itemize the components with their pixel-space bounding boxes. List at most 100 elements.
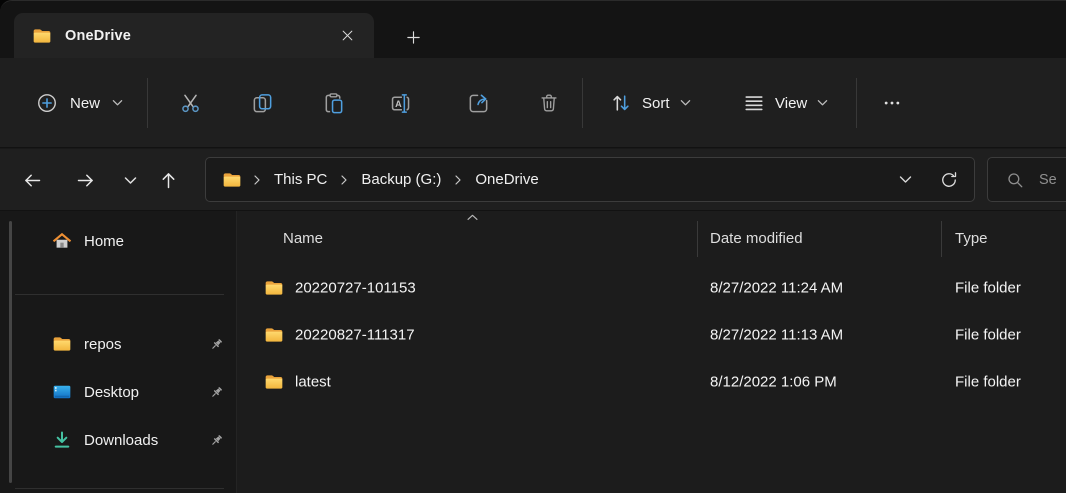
- file-row[interactable]: 20220827-111317 8/27/2022 11:13 AM File …: [237, 312, 1060, 358]
- refresh-button[interactable]: [934, 165, 964, 195]
- toolbar-divider: [856, 78, 857, 128]
- tab-onedrive[interactable]: OneDrive: [14, 13, 374, 58]
- back-button[interactable]: [14, 162, 50, 198]
- file-type: File folder: [955, 280, 1021, 297]
- share-icon: [467, 92, 490, 115]
- navigation-pane: Home repos: [0, 211, 237, 493]
- file-type: File folder: [955, 327, 1021, 344]
- file-name: 20220727-101153: [295, 280, 416, 297]
- file-explorer-window: OneDrive New: [0, 0, 1066, 493]
- share-button[interactable]: [458, 83, 498, 123]
- downloads-icon: [52, 430, 72, 450]
- sidebar-scrollbar[interactable]: [9, 221, 12, 483]
- command-toolbar: New: [0, 58, 1066, 148]
- file-row[interactable]: 20220727-101153 8/27/2022 11:24 AM File …: [237, 265, 1060, 311]
- new-button[interactable]: New: [22, 81, 137, 125]
- pin-icon: [209, 337, 224, 352]
- breadcrumb-onedrive[interactable]: OneDrive: [465, 166, 548, 193]
- toolbar-divider: [582, 78, 583, 128]
- column-header-name[interactable]: Name: [283, 230, 323, 247]
- sidebar-item-desktop[interactable]: Desktop: [44, 373, 232, 411]
- file-type: File folder: [955, 374, 1021, 391]
- folder-icon: [32, 26, 52, 46]
- sort-ascending-icon: [466, 214, 479, 221]
- new-item-icon: [36, 92, 58, 114]
- file-date-modified: 8/12/2022 1:06 PM: [710, 374, 837, 391]
- up-button[interactable]: [150, 162, 186, 198]
- delete-button[interactable]: [529, 83, 569, 123]
- file-list: Name Date modified Type 20220727-101153 …: [237, 211, 1066, 493]
- copy-button[interactable]: [242, 83, 282, 123]
- back-icon: [22, 170, 43, 191]
- sidebar-item-home[interactable]: Home: [44, 222, 232, 260]
- search-icon: [1006, 171, 1024, 189]
- new-tab-button[interactable]: [398, 22, 428, 52]
- sidebar-item-downloads[interactable]: Downloads: [44, 421, 232, 459]
- close-icon: [340, 28, 355, 43]
- copy-icon: [251, 92, 274, 115]
- folder-icon: [264, 372, 284, 392]
- forward-icon: [75, 170, 96, 191]
- sidebar-item-label: Home: [84, 233, 124, 250]
- chevron-down-icon: [680, 99, 691, 107]
- up-icon: [158, 170, 179, 191]
- new-tab-icon: [405, 29, 422, 46]
- folder-icon: [264, 325, 284, 345]
- tab-bar: OneDrive: [0, 1, 1066, 58]
- folder-icon: [222, 170, 242, 190]
- chevron-right-icon: [253, 174, 261, 186]
- cut-icon: [179, 92, 202, 115]
- chevron-down-icon: [112, 99, 123, 107]
- desktop-icon: [52, 382, 72, 402]
- file-name: 20220827-111317: [295, 327, 415, 344]
- tab-title: OneDrive: [65, 28, 131, 44]
- home-icon: [52, 231, 72, 251]
- breadcrumb-this-pc[interactable]: This PC: [264, 166, 337, 193]
- recent-locations-button[interactable]: [112, 162, 148, 198]
- sidebar-divider: [15, 488, 224, 489]
- sidebar-item-label: Desktop: [84, 384, 139, 401]
- address-bar[interactable]: This PC Backup (G:) OneDrive: [205, 157, 975, 202]
- view-icon: [743, 92, 765, 114]
- column-header-type[interactable]: Type: [955, 230, 988, 247]
- view-button[interactable]: View: [733, 83, 838, 123]
- folder-icon: [52, 334, 72, 354]
- breadcrumb-backup-g[interactable]: Backup (G:): [351, 166, 451, 193]
- file-name: latest: [295, 374, 331, 391]
- file-date-modified: 8/27/2022 11:13 AM: [710, 327, 843, 344]
- column-header-date-modified[interactable]: Date modified: [710, 230, 803, 247]
- paste-button[interactable]: [313, 83, 353, 123]
- rename-button[interactable]: A: [380, 83, 420, 123]
- cut-button[interactable]: [170, 83, 210, 123]
- rename-icon: A: [389, 92, 412, 115]
- toolbar-divider: [147, 78, 148, 128]
- search-input[interactable]: Se: [987, 157, 1066, 202]
- svg-text:A: A: [395, 98, 402, 108]
- paste-icon: [322, 92, 345, 115]
- new-button-label: New: [70, 95, 100, 112]
- pin-icon: [209, 385, 224, 400]
- search-placeholder: Se: [1039, 172, 1057, 188]
- more-icon: [882, 93, 902, 113]
- sort-button[interactable]: Sort: [600, 83, 701, 123]
- close-tab-button[interactable]: [334, 23, 360, 49]
- column-divider[interactable]: [941, 221, 942, 257]
- sidebar-item-repos[interactable]: repos: [44, 325, 232, 363]
- chevron-down-icon: [124, 176, 137, 185]
- sidebar-item-label: repos: [84, 336, 122, 353]
- file-date-modified: 8/27/2022 11:24 AM: [710, 280, 843, 297]
- more-options-button[interactable]: [872, 83, 912, 123]
- address-dropdown-button[interactable]: [890, 165, 920, 195]
- file-row[interactable]: latest 8/12/2022 1:06 PM File folder: [237, 359, 1060, 405]
- content-area: Home repos: [0, 211, 1066, 493]
- chevron-right-icon: [340, 174, 348, 186]
- navigation-bar: This PC Backup (G:) OneDrive: [0, 149, 1066, 211]
- folder-icon: [264, 278, 284, 298]
- chevron-right-icon: [454, 174, 462, 186]
- view-button-label: View: [775, 95, 807, 112]
- column-divider[interactable]: [697, 221, 698, 257]
- chevron-down-icon: [817, 99, 828, 107]
- delete-icon: [538, 92, 560, 114]
- chevron-down-icon: [899, 175, 912, 184]
- forward-button[interactable]: [67, 162, 103, 198]
